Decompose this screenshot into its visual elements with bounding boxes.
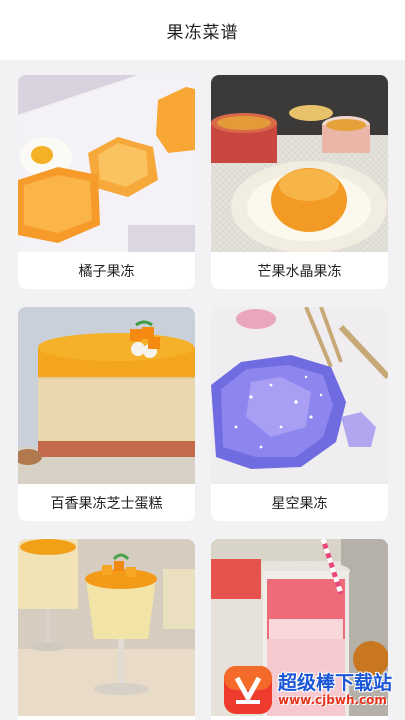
recipe-name: 星空果冻	[271, 495, 328, 512]
recipe-grid: 橘子果冻 芒果水晶果冻 百香果冻芝士蛋糕 星空果冻	[0, 60, 405, 720]
watermark-name: 超级棒下载站	[278, 671, 393, 694]
watermark-url: www.cjbwh.com	[278, 692, 387, 707]
app-header: 果冻菜谱	[0, 0, 405, 60]
recipe-image	[18, 307, 195, 484]
recipe-image	[18, 539, 195, 716]
recipe-card-starry-jelly[interactable]: 星空果冻	[211, 307, 388, 521]
recipe-image	[211, 307, 388, 484]
watermark: 超级棒下载站 www.cjbwh.com	[222, 660, 405, 720]
recipe-card-mango-pudding[interactable]	[18, 539, 195, 720]
page-title: 果冻菜谱	[166, 22, 239, 43]
recipe-name: 橘子果冻	[78, 263, 135, 280]
recipe-name: 百香果冻芝士蛋糕	[50, 495, 163, 512]
recipe-card-passion-fruit-cheesecake[interactable]: 百香果冻芝士蛋糕	[18, 307, 195, 521]
recipe-name	[18, 716, 195, 720]
recipe-card-mango-crystal-jelly[interactable]: 芒果水晶果冻	[211, 75, 388, 289]
recipe-image	[211, 75, 388, 252]
download-site-logo-icon	[224, 666, 272, 714]
recipe-image	[18, 75, 195, 252]
recipe-card-orange-jelly[interactable]: 橘子果冻	[18, 75, 195, 289]
recipe-name: 芒果水晶果冻	[257, 263, 342, 280]
